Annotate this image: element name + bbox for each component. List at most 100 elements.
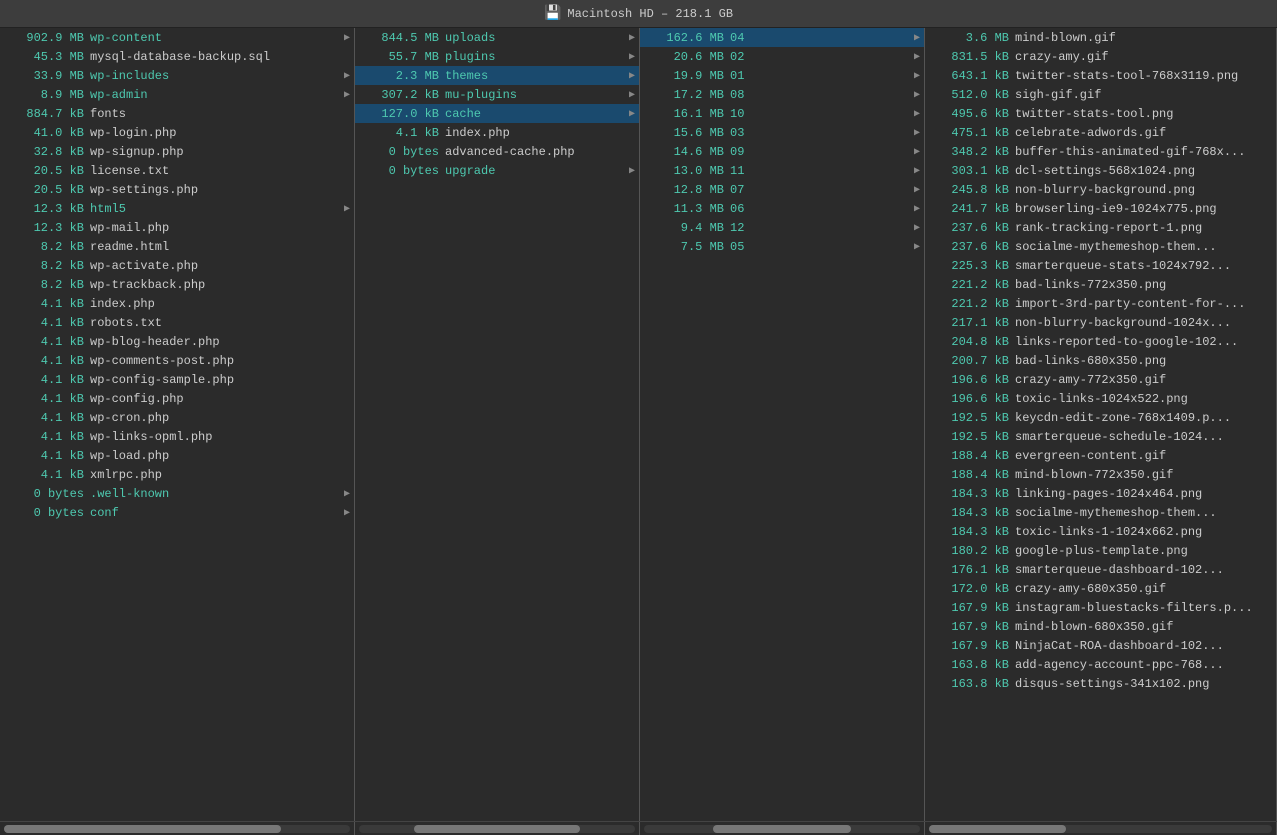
file-name: fonts [90,107,350,121]
list-item[interactable]: 19.9 MB01▶ [640,66,924,85]
file-name: google-plus-template.png [1015,544,1272,558]
list-item[interactable]: 221.2 kBimport-3rd-party-content-for-... [925,294,1276,313]
list-item[interactable]: 303.1 kBdcl-settings-568x1024.png [925,161,1276,180]
list-item[interactable]: 192.5 kBkeycdn-edit-zone-768x1409.p... [925,408,1276,427]
list-item[interactable]: 16.1 MB10▶ [640,104,924,123]
list-item[interactable]: 184.3 kBtoxic-links-1-1024x662.png [925,522,1276,541]
list-item[interactable]: 348.2 kBbuffer-this-animated-gif-768x... [925,142,1276,161]
list-item[interactable]: 475.1 kBcelebrate-adwords.gif [925,123,1276,142]
list-item[interactable]: 32.8 kBwp-signup.php [0,142,354,161]
list-item[interactable]: 192.5 kBsmarterqueue-schedule-1024... [925,427,1276,446]
scrollbar-col4[interactable] [925,822,1277,835]
list-item[interactable]: 172.0 kBcrazy-amy-680x350.gif [925,579,1276,598]
list-item[interactable]: 196.6 kBcrazy-amy-772x350.gif [925,370,1276,389]
list-item[interactable]: 180.2 kBgoogle-plus-template.png [925,541,1276,560]
list-item[interactable]: 8.2 kBwp-trackback.php [0,275,354,294]
list-item[interactable]: 20.5 kBlicense.txt [0,161,354,180]
list-item[interactable]: 9.4 MB12▶ [640,218,924,237]
list-item[interactable]: 188.4 kBevergreen-content.gif [925,446,1276,465]
list-item[interactable]: 4.1 kBxmlrpc.php [0,465,354,484]
list-item[interactable]: 237.6 kBrank-tracking-report-1.png [925,218,1276,237]
list-item[interactable]: 2.3 MBthemes▶ [355,66,639,85]
list-item[interactable]: 4.1 kBwp-config-sample.php [0,370,354,389]
list-item[interactable]: 4.1 kBindex.php [0,294,354,313]
list-item[interactable]: 4.1 kBrobots.txt [0,313,354,332]
list-item[interactable]: 12.3 kBhtml5▶ [0,199,354,218]
list-item[interactable]: 643.1 kBtwitter-stats-tool-768x3119.png [925,66,1276,85]
scrollbar-col1[interactable] [0,822,355,835]
list-item[interactable]: 20.6 MB02▶ [640,47,924,66]
file-size: 0 bytes [359,164,439,178]
list-item[interactable]: 33.9 MBwp-includes▶ [0,66,354,85]
list-item[interactable]: 14.6 MB09▶ [640,142,924,161]
list-item[interactable]: 184.3 kBsocialme-mythemeshop-them... [925,503,1276,522]
list-item[interactable]: 512.0 kBsigh-gif.gif [925,85,1276,104]
file-name: 02 [730,50,910,64]
file-name: toxic-links-1-1024x662.png [1015,525,1272,539]
disk-icon: 💾 [544,5,561,22]
list-item[interactable]: 495.6 kBtwitter-stats-tool.png [925,104,1276,123]
list-item[interactable]: 184.3 kBlinking-pages-1024x464.png [925,484,1276,503]
file-size: 4.1 kB [4,449,84,463]
file-name: crazy-amy.gif [1015,50,1272,64]
list-item[interactable]: 204.8 kBlinks-reported-to-google-102... [925,332,1276,351]
list-item[interactable]: 0 bytesadvanced-cache.php [355,142,639,161]
list-item[interactable]: 237.6 kBsocialme-mythemeshop-them... [925,237,1276,256]
list-item[interactable]: 163.8 kBdisqus-settings-341x102.png [925,674,1276,693]
list-item[interactable]: 127.0 kBcache▶ [355,104,639,123]
list-item[interactable]: 4.1 kBindex.php [355,123,639,142]
list-item[interactable]: 8.9 MBwp-admin▶ [0,85,354,104]
list-item[interactable]: 8.2 kBreadme.html [0,237,354,256]
list-item[interactable]: 13.0 MB11▶ [640,161,924,180]
list-item[interactable]: 41.0 kBwp-login.php [0,123,354,142]
column-3: 162.6 MB04▶20.6 MB02▶19.9 MB01▶17.2 MB08… [640,28,925,821]
file-size: 172.0 kB [929,582,1009,596]
list-item[interactable]: 176.1 kBsmarterqueue-dashboard-102... [925,560,1276,579]
list-item[interactable]: 11.3 MB06▶ [640,199,924,218]
list-item[interactable]: 162.6 MB04▶ [640,28,924,47]
list-item[interactable]: 902.9 MBwp-content▶ [0,28,354,47]
file-size: 884.7 kB [4,107,84,121]
list-item[interactable]: 217.1 kBnon-blurry-background-1024x... [925,313,1276,332]
file-name: 12 [730,221,910,235]
list-item[interactable]: 241.7 kBbrowserling-ie9-1024x775.png [925,199,1276,218]
list-item[interactable]: 8.2 kBwp-activate.php [0,256,354,275]
list-item[interactable]: 45.3 MBmysql-database-backup.sql [0,47,354,66]
list-item[interactable]: 3.6 MBmind-blown.gif [925,28,1276,47]
list-item[interactable]: 15.6 MB03▶ [640,123,924,142]
list-item[interactable]: 4.1 kBwp-blog-header.php [0,332,354,351]
list-item[interactable]: 245.8 kBnon-blurry-background.png [925,180,1276,199]
list-item[interactable]: 200.7 kBbad-links-680x350.png [925,351,1276,370]
list-item[interactable]: 196.6 kBtoxic-links-1024x522.png [925,389,1276,408]
list-item[interactable]: 4.1 kBwp-config.php [0,389,354,408]
title-bar: 💾 Macintosh HD – 218.1 GB [0,0,1277,28]
file-size: 475.1 kB [929,126,1009,140]
list-item[interactable]: 884.7 kB fonts [0,104,354,123]
list-item[interactable]: 167.9 kBNinjaCat-ROA-dashboard-102... [925,636,1276,655]
list-item[interactable]: 12.3 kBwp-mail.php [0,218,354,237]
list-item[interactable]: 0 bytesupgrade▶ [355,161,639,180]
list-item[interactable]: 167.9 kBmind-blown-680x350.gif [925,617,1276,636]
list-item[interactable]: 55.7 MBplugins▶ [355,47,639,66]
list-item[interactable]: 307.2 kBmu-plugins▶ [355,85,639,104]
list-item[interactable]: 167.9 kBinstagram-bluestacks-filters.p..… [925,598,1276,617]
list-item[interactable]: 12.8 MB07▶ [640,180,924,199]
list-item[interactable]: 221.2 kBbad-links-772x350.png [925,275,1276,294]
list-item[interactable]: 4.1 kBwp-links-opml.php [0,427,354,446]
list-item[interactable]: 0 bytes.well-known▶ [0,484,354,503]
list-item[interactable]: 0 bytesconf▶ [0,503,354,522]
scrollbar-col2[interactable] [355,822,640,835]
list-item[interactable]: 225.3 kBsmarterqueue-stats-1024x792... [925,256,1276,275]
list-item[interactable]: 7.5 MB05▶ [640,237,924,256]
list-item[interactable]: 163.8 kBadd-agency-account-ppc-768... [925,655,1276,674]
list-item[interactable]: 4.1 kBwp-load.php [0,446,354,465]
list-item[interactable]: 20.5 kBwp-settings.php [0,180,354,199]
list-item[interactable]: 4.1 kBwp-cron.php [0,408,354,427]
scrollbar-col3[interactable] [640,822,925,835]
list-item[interactable]: 4.1 kBwp-comments-post.php [0,351,354,370]
list-item[interactable]: 831.5 kBcrazy-amy.gif [925,47,1276,66]
list-item[interactable]: 844.5 MBuploads▶ [355,28,639,47]
list-item[interactable]: 17.2 MB08▶ [640,85,924,104]
file-size: 20.5 kB [4,183,84,197]
list-item[interactable]: 188.4 kBmind-blown-772x350.gif [925,465,1276,484]
